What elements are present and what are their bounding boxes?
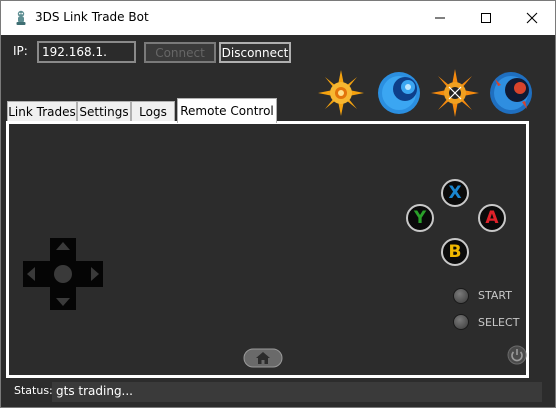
tab-logs[interactable]: Logs bbox=[131, 101, 175, 122]
close-button[interactable] bbox=[509, 1, 555, 35]
start-button[interactable] bbox=[453, 288, 469, 304]
tab-link-trades[interactable]: Link Trades bbox=[7, 101, 77, 122]
disconnect-button[interactable]: Disconnect bbox=[219, 42, 291, 63]
window-title: 3DS Link Trade Bot bbox=[35, 10, 149, 24]
remote-control-panel: X Y A B START SELECT bbox=[6, 121, 529, 378]
title-bar: 3DS Link Trade Bot bbox=[1, 1, 555, 35]
app-window: 3DS Link Trade Bot IP: Connect Disconnec… bbox=[0, 0, 556, 408]
b-button-label: B bbox=[448, 242, 462, 262]
ip-label: IP: bbox=[13, 44, 28, 58]
y-button-label: Y bbox=[413, 208, 427, 228]
app-icon bbox=[16, 10, 26, 25]
status-text: gts trading... bbox=[52, 382, 542, 402]
select-button[interactable] bbox=[453, 314, 469, 330]
minimize-icon bbox=[435, 17, 445, 19]
tab-remote-control[interactable]: Remote Control bbox=[177, 98, 277, 123]
x-button-label: X bbox=[448, 183, 462, 203]
maximize-icon bbox=[481, 13, 491, 23]
power-icon[interactable] bbox=[507, 345, 527, 365]
connect-button[interactable]: Connect bbox=[144, 42, 216, 63]
moon-logo-icon bbox=[378, 72, 420, 114]
ultra-sun-logo-icon bbox=[431, 69, 479, 117]
minimize-button[interactable] bbox=[417, 1, 463, 35]
x-button[interactable]: X bbox=[441, 179, 469, 207]
b-button[interactable]: B bbox=[441, 238, 469, 266]
ultra-moon-logo-icon bbox=[490, 72, 532, 114]
close-icon bbox=[526, 12, 538, 24]
maximize-button[interactable] bbox=[463, 1, 509, 35]
sun-logo-icon bbox=[318, 70, 364, 116]
a-button-label: A bbox=[485, 208, 499, 228]
select-label: SELECT bbox=[478, 316, 520, 329]
tab-settings[interactable]: Settings bbox=[77, 101, 131, 122]
dpad-icon[interactable] bbox=[23, 238, 103, 310]
home-icon[interactable] bbox=[243, 348, 283, 368]
ip-input[interactable] bbox=[37, 41, 136, 63]
remote-control-area: X Y A B START SELECT bbox=[9, 124, 527, 375]
status-label: Status: bbox=[14, 384, 53, 397]
start-label: START bbox=[478, 289, 512, 302]
y-button[interactable]: Y bbox=[406, 204, 434, 232]
a-button[interactable]: A bbox=[478, 204, 506, 232]
